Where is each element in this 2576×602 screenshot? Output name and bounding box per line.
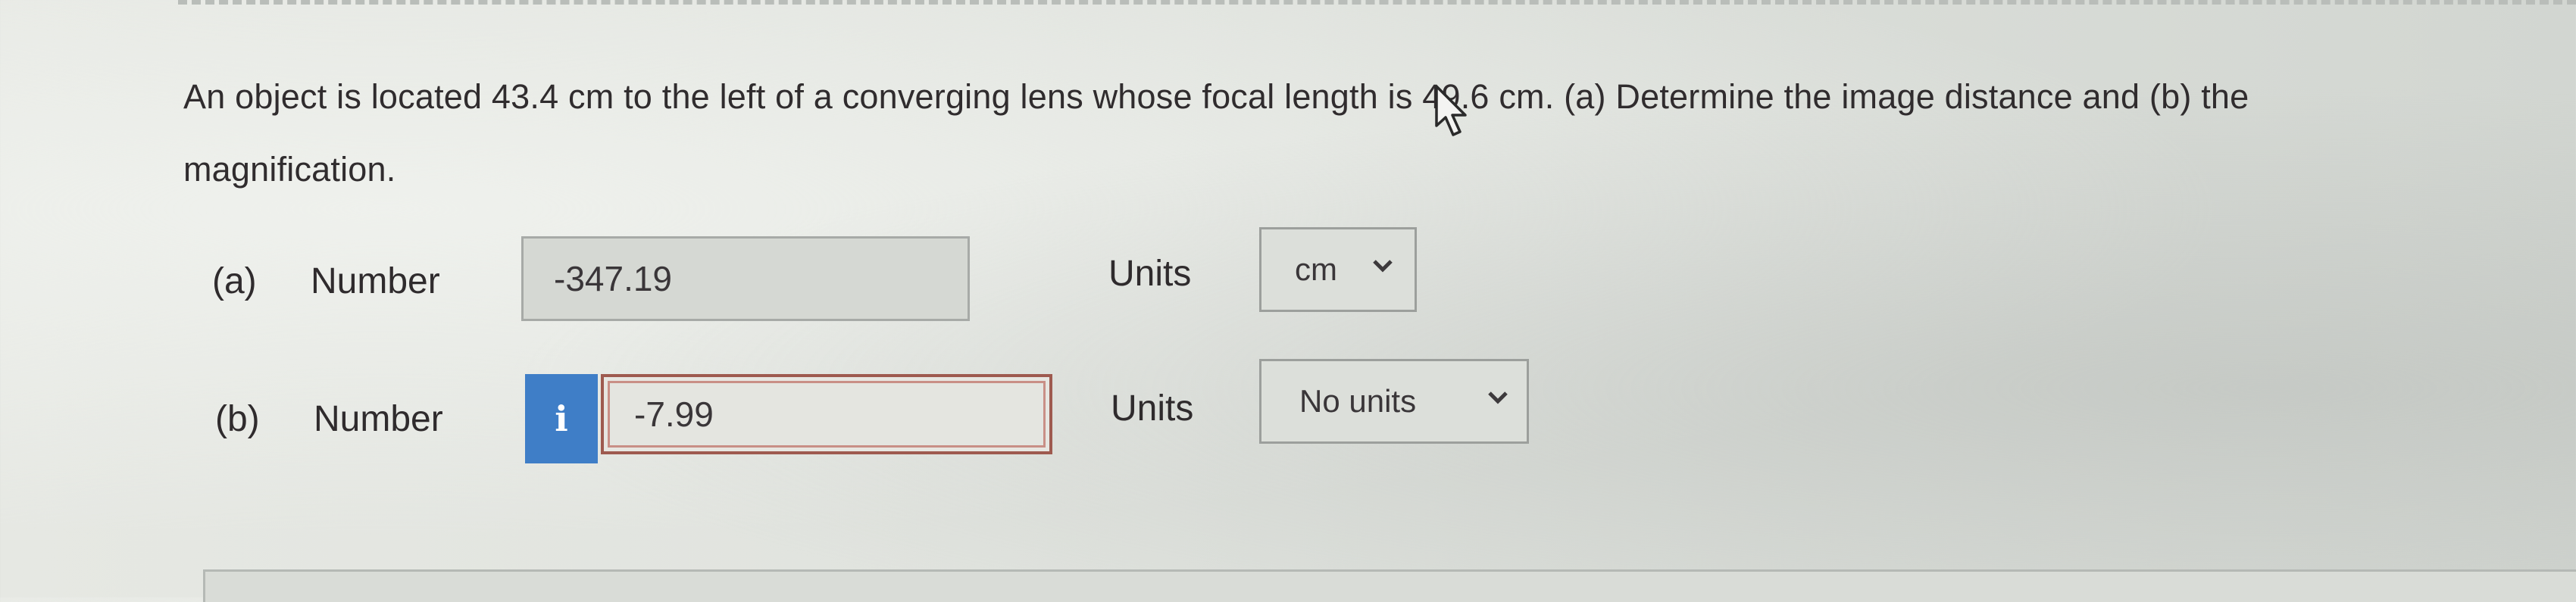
part-a-units-select[interactable]: cm — [1259, 227, 1417, 312]
part-a-label: (a) — [212, 261, 257, 301]
info-icon-glyph: i — [555, 398, 568, 439]
part-a-number-input[interactable]: -347.19 — [521, 236, 970, 321]
part-a-number-value: -347.19 — [554, 259, 673, 298]
question-line-1: An object is located 43.4 cm to the left… — [183, 77, 2249, 116]
chevron-down-icon — [1373, 260, 1393, 273]
mouse-cursor-icon — [1435, 85, 1467, 136]
part-a-units-label: Units — [1108, 254, 1192, 294]
part-a-number-label: Number — [311, 261, 440, 301]
part-b-units-select[interactable]: No units — [1259, 359, 1529, 444]
part-b-number-label: Number — [314, 399, 443, 439]
part-b-units-label: Units — [1111, 388, 1194, 429]
question-text: An object is located 43.4 cm to the left… — [183, 61, 2555, 206]
part-b-number-value: -7.99 — [634, 395, 714, 434]
chevron-down-icon — [1488, 391, 1508, 404]
question-line-2: magnification. — [183, 150, 396, 189]
top-dashed-border — [178, 0, 2576, 15]
part-b-label: (b) — [215, 399, 260, 439]
part-b-units-value: No units — [1299, 383, 1417, 419]
info-icon[interactable]: i — [525, 374, 598, 463]
part-b-number-input[interactable]: -7.99 — [601, 374, 1052, 454]
part-a-units-value: cm — [1295, 251, 1337, 287]
